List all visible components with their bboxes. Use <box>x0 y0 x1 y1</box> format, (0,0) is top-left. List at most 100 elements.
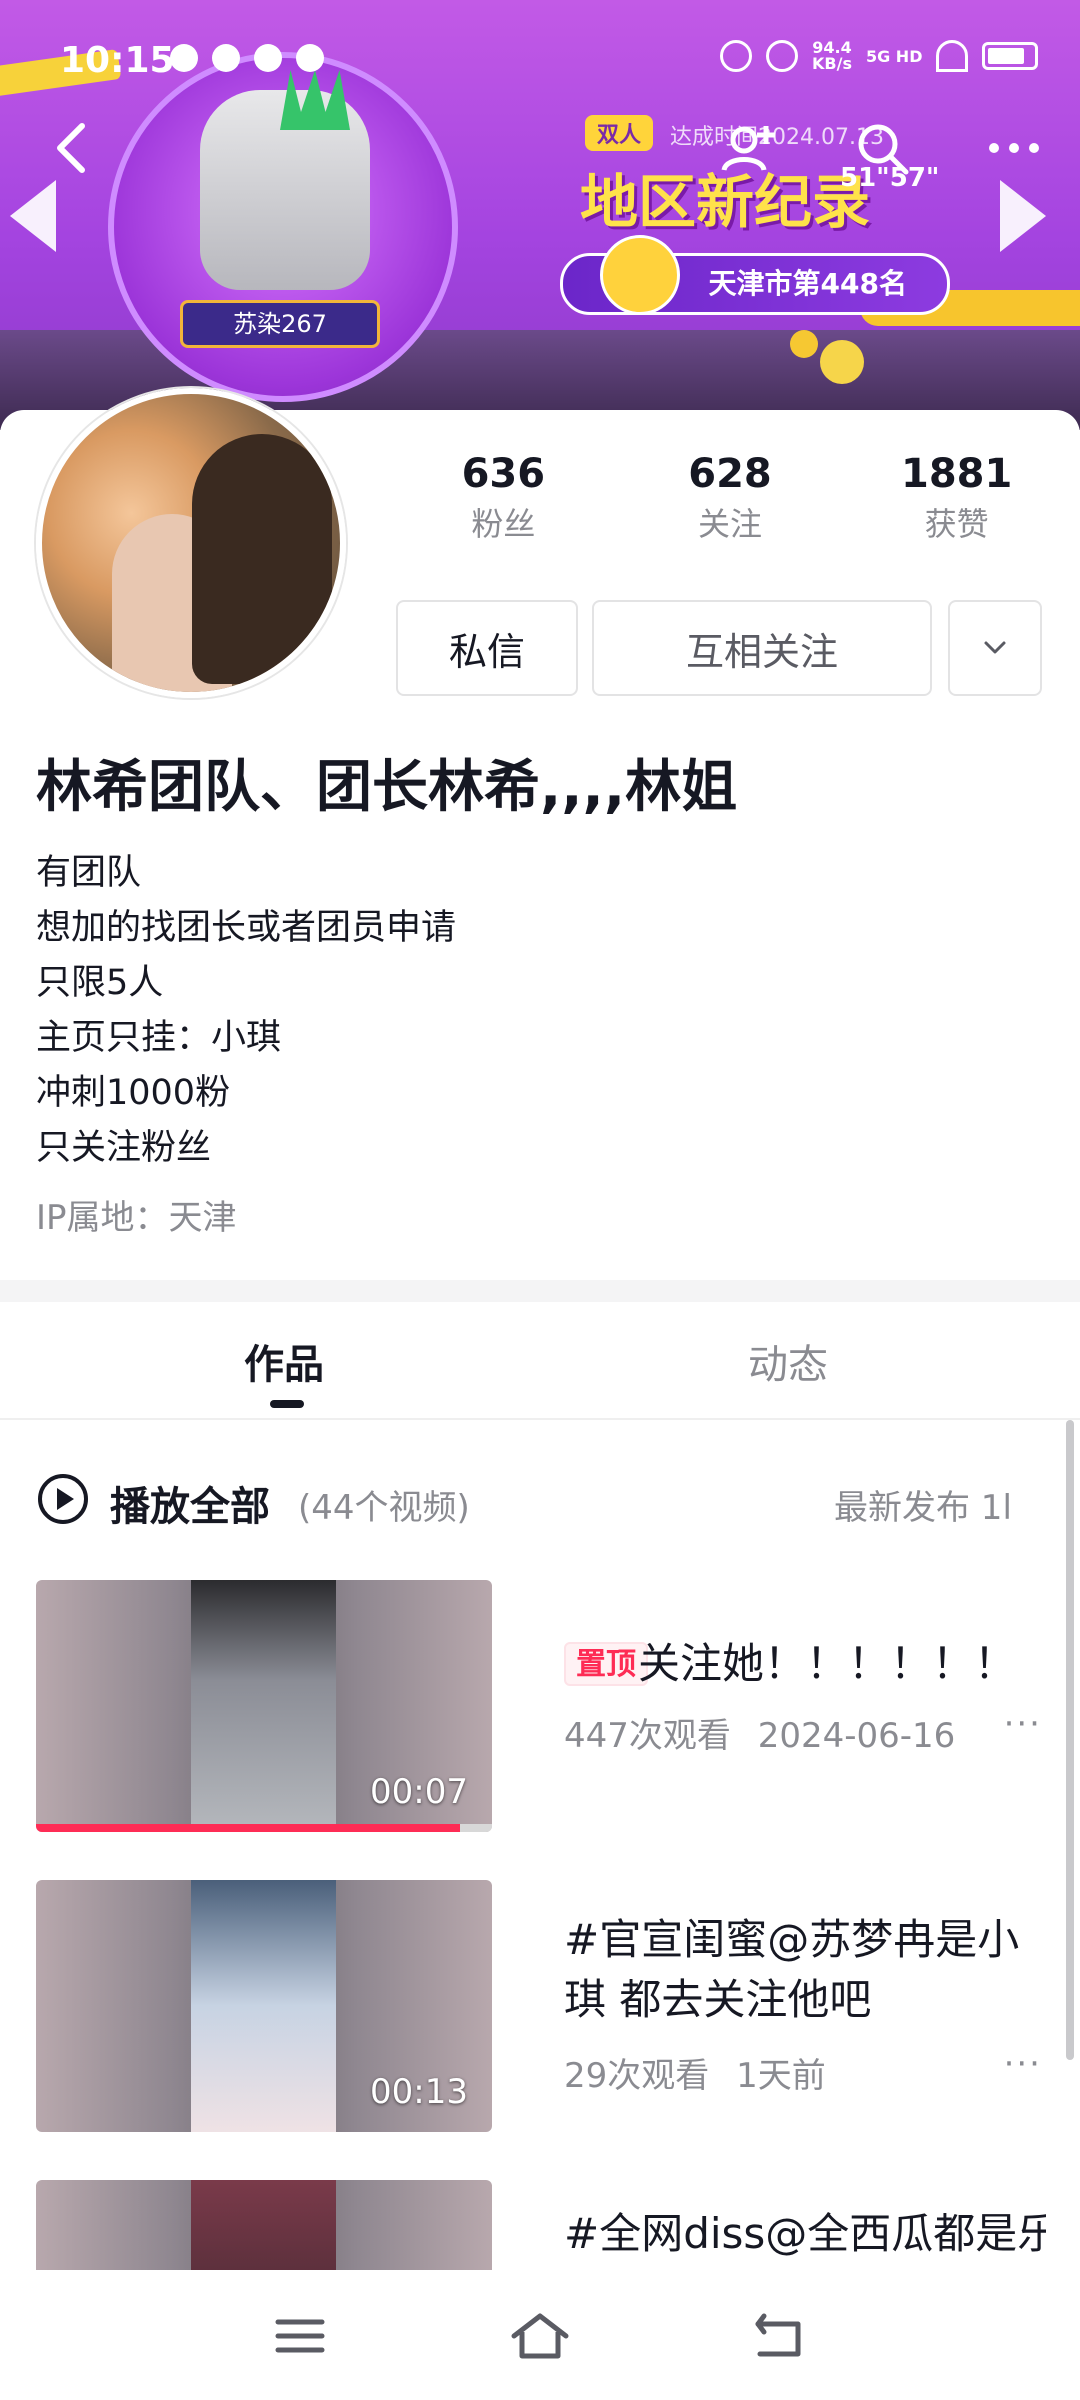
video-date: 2024-06-16 <box>757 1716 956 1756</box>
video-meta: #官宣闺蜜@苏梦冉是小 琪 都去关注他吧 29次观看 1天前 ··· <box>528 1880 1046 2132</box>
video-more-button[interactable]: ··· <box>1004 1704 1042 1744</box>
content-tabs: 作品 动态 <box>0 1302 1080 1420</box>
video-title[interactable]: 关注她！！！！！！ <box>638 1634 1016 1694</box>
profile-stats: 636 粉丝 628 关注 1881 获赞 <box>390 448 1070 558</box>
tab-works[interactable]: 作品 <box>244 1332 324 1390</box>
video-views: 447次观看 <box>564 1716 731 1756</box>
watch-progress-fill <box>36 1824 461 1832</box>
video-duration: 00:07 <box>370 1772 468 1812</box>
play-notification-icon <box>296 44 324 72</box>
banner-decoration <box>820 340 864 384</box>
system-navigation-bar <box>0 2270 1080 2400</box>
video-thumbnail[interactable] <box>36 2180 492 2270</box>
message-button[interactable]: 私信 <box>396 600 578 696</box>
search-icon <box>858 124 909 175</box>
ip-location: IP属地：天津 <box>36 1198 237 1238</box>
back-arrow-icon <box>57 123 85 173</box>
video-thumbnail-image <box>191 1580 336 1832</box>
video-meta: #全网diss@全西瓜都是乐 <box>528 2180 1046 2270</box>
play-all-button[interactable] <box>36 1472 90 1526</box>
banner-next-arrow-icon <box>1000 180 1046 252</box>
expand-button[interactable] <box>948 600 1042 696</box>
network-speed: 94.4 KB/s <box>812 40 852 72</box>
bio-line: 只关注粉丝 <box>36 1128 212 1168</box>
more-dots-icon <box>989 143 1039 153</box>
return-icon <box>755 2313 801 2357</box>
banner-decoration <box>790 330 818 358</box>
stat-value: 1881 <box>901 451 1013 497</box>
notification-icons <box>170 44 324 72</box>
message-notification-icon <box>212 44 240 72</box>
menu-icon <box>275 2319 325 2353</box>
bio-line: 想加的找团长或者团员申请 <box>36 908 457 948</box>
bio-line: 冲刺1000粉 <box>36 1073 231 1113</box>
video-thumbnail[interactable]: 00:13 <box>36 1880 492 2132</box>
watch-progress-bar <box>36 1824 492 1832</box>
video-item[interactable]: 00:07 置顶 关注她！！！！！！ 447次观看 2024-06-16 ··· <box>36 1580 1046 1832</box>
search-button[interactable] <box>852 118 912 178</box>
recent-apps-button[interactable] <box>270 2310 330 2362</box>
play-all-row: 播放全部 (44个视频) 最新发布 1l <box>36 1468 1046 1532</box>
system-back-button[interactable] <box>750 2310 810 2362</box>
pinned-badge: 置顶 <box>564 1642 648 1686</box>
banner-prev-arrow-icon <box>10 180 56 252</box>
system-icons: 94.4 KB/s 5G HD <box>720 40 1039 72</box>
status-time: 10:15 <box>60 40 175 81</box>
video-views: 29次观看 <box>564 2056 710 2096</box>
play-all-label[interactable]: 播放全部 <box>110 1474 270 1532</box>
sort-dropdown[interactable]: 最新发布 1l <box>834 1480 1012 1529</box>
stat-label: 关注 <box>698 505 763 543</box>
stat-label: 获赞 <box>924 505 989 543</box>
home-button[interactable] <box>510 2310 570 2362</box>
more-menu-button[interactable] <box>984 118 1044 178</box>
avatar-figure-hair <box>192 434 332 684</box>
video-stats: 29次观看 1天前 <box>564 2048 826 2097</box>
tab-active-indicator <box>270 1400 304 1408</box>
stat-followers[interactable]: 636 粉丝 <box>390 448 617 558</box>
alarm-icon <box>720 40 752 72</box>
chevron-down-icon <box>984 641 1006 654</box>
video-title-line2[interactable]: 琪 都去关注他吧 <box>564 1970 871 2030</box>
stat-label: 粉丝 <box>471 505 536 543</box>
scrollbar[interactable] <box>1066 1420 1074 2060</box>
bio: 有团队 想加的找团长或者团员申请 只限5人 主页只挂：小琪 冲刺1000粉 只关… <box>36 846 456 1176</box>
wifi-icon <box>936 40 969 72</box>
signal-label: 5G HD <box>865 46 923 66</box>
player-name-plate: 苏染267 <box>180 300 380 348</box>
home-icon <box>511 2313 569 2359</box>
wechat-notification-icon <box>254 44 282 72</box>
bio-line: 主页只挂：小琪 <box>36 1018 282 1058</box>
video-meta: 置顶 关注她！！！！！！ 447次观看 2024-06-16 ··· <box>528 1580 1046 1832</box>
mute-icon <box>766 40 798 72</box>
app-notification-icon <box>170 44 198 72</box>
video-date: 1天前 <box>736 2056 826 2096</box>
video-thumbnail[interactable]: 00:07 <box>36 1580 492 1832</box>
stat-following[interactable]: 628 关注 <box>617 448 844 558</box>
bio-line: 只限5人 <box>36 963 164 1003</box>
video-more-button[interactable]: ··· <box>1004 2044 1042 2084</box>
stat-value: 636 <box>461 451 546 497</box>
stat-likes[interactable]: 1881 获赞 <box>843 448 1070 558</box>
battery-icon <box>982 42 1039 70</box>
add-friend-button[interactable] <box>718 118 778 178</box>
tab-dynamic[interactable]: 动态 <box>748 1332 828 1390</box>
status-bar: 10:15 94.4 KB/s 5G HD <box>0 0 1080 120</box>
bio-line: 有团队 <box>36 853 142 893</box>
network-speed-unit: KB/s <box>812 54 852 73</box>
mutual-follow-button[interactable]: 互相关注 <box>592 600 932 696</box>
video-thumbnail-image <box>191 2180 336 2270</box>
section-divider <box>0 1280 1080 1302</box>
play-circle-icon <box>38 1474 88 1524</box>
avatar[interactable] <box>36 388 346 698</box>
video-title[interactable]: #全网diss@全西瓜都是乐 <box>564 2204 1046 2264</box>
back-button[interactable] <box>48 118 98 178</box>
video-item[interactable]: #全网diss@全西瓜都是乐 <box>36 2180 1046 2270</box>
video-title[interactable]: #官宣闺蜜@苏梦冉是小 <box>564 1910 1019 1970</box>
video-duration: 00:13 <box>370 2072 468 2112</box>
video-thumbnail-image <box>191 1880 336 2132</box>
rank-mascot-icon <box>600 235 680 315</box>
nickname: 林希团队、团长林希,,,,林姐 <box>36 755 738 820</box>
video-item[interactable]: 00:13 #官宣闺蜜@苏梦冉是小 琪 都去关注他吧 29次观看 1天前 ··· <box>36 1880 1046 2132</box>
video-stats: 447次观看 2024-06-16 <box>564 1708 955 1757</box>
video-count: (44个视频) <box>298 1488 470 1528</box>
